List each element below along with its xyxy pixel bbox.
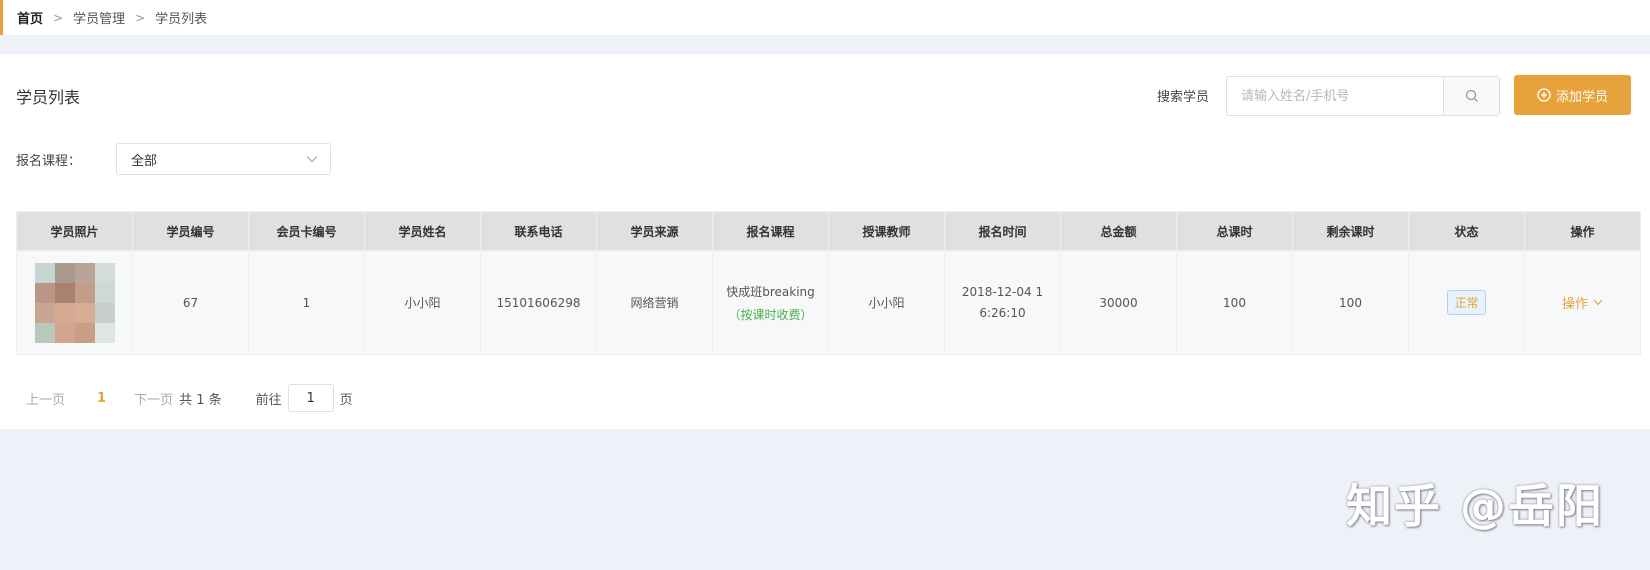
student-photo (34, 262, 115, 343)
signup-time-cell: 2018-12-04 16:26:10 (944, 250, 1061, 355)
column-header: 剩余课时 (1292, 211, 1409, 251)
student-list-panel: 学员列表 搜索学员 添加学员 报名课程： 全部 学员照片 学员编号 会员卡编号 … (0, 54, 1650, 429)
action-cell: 操作 (1524, 250, 1641, 355)
teacher-cell: 小小阳 (828, 250, 945, 355)
total-hours-cell: 100 (1176, 250, 1293, 355)
pagination: 上一页 1 下一页 共 1 条 前往 页 (26, 383, 353, 413)
next-page-button[interactable]: 下一页 (134, 389, 173, 408)
column-header: 总金额 (1060, 211, 1177, 251)
watermark: 知乎 @岳阳 (1346, 479, 1605, 533)
column-header: 会员卡编号 (248, 211, 365, 251)
breadcrumb-student-management[interactable]: 学员管理 (73, 8, 125, 27)
table-header-row: 学员照片 学员编号 会员卡编号 学员姓名 联系电话 学员来源 报名课程 授课教师… (16, 211, 1641, 251)
column-header: 报名时间 (944, 211, 1061, 251)
search-input[interactable] (1227, 77, 1443, 115)
card-no-cell: 1 (248, 250, 365, 355)
search-label: 搜索学员 (1157, 90, 1210, 105)
goto-page-input[interactable] (287, 384, 334, 412)
breadcrumb-home[interactable]: 首页 (17, 8, 43, 27)
course-name: 快成班breaking (726, 284, 815, 299)
column-header: 学员姓名 (364, 211, 481, 251)
add-student-label: 添加学员 (1555, 89, 1608, 105)
search-box (1226, 76, 1500, 116)
search-button[interactable] (1443, 77, 1499, 115)
table-row: 67 1 小小阳 15101606298 网络营销 快成班breaking （按… (16, 250, 1641, 355)
search-icon (1465, 89, 1478, 102)
goto-label: 前往 (255, 392, 282, 408)
chevron-right-icon: > (53, 10, 64, 25)
student-table: 学员照片 学员编号 会员卡编号 学员姓名 联系电话 学员来源 报名课程 授课教师… (16, 211, 1641, 355)
add-student-button[interactable]: 添加学员 (1514, 75, 1631, 115)
row-action-label: 操作 (1561, 297, 1588, 312)
course-filter-select[interactable]: 全部 (116, 143, 331, 175)
chevron-down-icon (1593, 299, 1603, 306)
column-header: 总课时 (1176, 211, 1293, 251)
phone-cell: 15101606298 (480, 250, 597, 355)
column-header: 状态 (1408, 211, 1525, 251)
column-header: 联系电话 (480, 211, 597, 251)
source-cell: 网络营销 (596, 250, 713, 355)
signup-time: 2018-12-04 16:26:10 (961, 284, 1044, 320)
student-no-cell: 67 (132, 250, 249, 355)
column-header: 学员编号 (132, 211, 249, 251)
page-title: 学员列表 (16, 88, 81, 107)
chevron-down-icon (306, 156, 318, 163)
column-header: 报名课程 (712, 211, 829, 251)
status-cell: 正常 (1408, 250, 1525, 355)
plus-circle-icon (1537, 88, 1551, 102)
course-filter-label: 报名课程： (16, 154, 82, 169)
prev-page-button[interactable]: 上一页 (26, 389, 65, 408)
page-number-1[interactable]: 1 (97, 391, 106, 406)
total-count: 共 1 条 (179, 392, 222, 408)
remaining-hours-cell: 100 (1292, 250, 1409, 355)
status-badge: 正常 (1447, 290, 1486, 315)
goto-unit: 页 (339, 392, 353, 408)
chevron-right-icon: > (135, 10, 146, 25)
column-header: 学员来源 (596, 211, 713, 251)
total-amount-cell: 30000 (1060, 250, 1177, 355)
row-action-dropdown[interactable]: 操作 (1562, 293, 1603, 312)
course-filter-value: 全部 (131, 153, 158, 169)
column-header: 授课教师 (828, 211, 945, 251)
course-cell: 快成班breaking （按课时收费） (712, 250, 829, 355)
column-header: 操作 (1524, 211, 1641, 251)
breadcrumb-student-list: 学员列表 (155, 12, 208, 27)
column-header: 学员照片 (16, 211, 133, 251)
course-billing-note: （按课时收费） (728, 307, 813, 322)
breadcrumb: 首页 > 学员管理 > 学员列表 (0, 0, 1650, 35)
student-name-cell: 小小阳 (364, 250, 481, 355)
student-photo-cell (16, 250, 133, 355)
